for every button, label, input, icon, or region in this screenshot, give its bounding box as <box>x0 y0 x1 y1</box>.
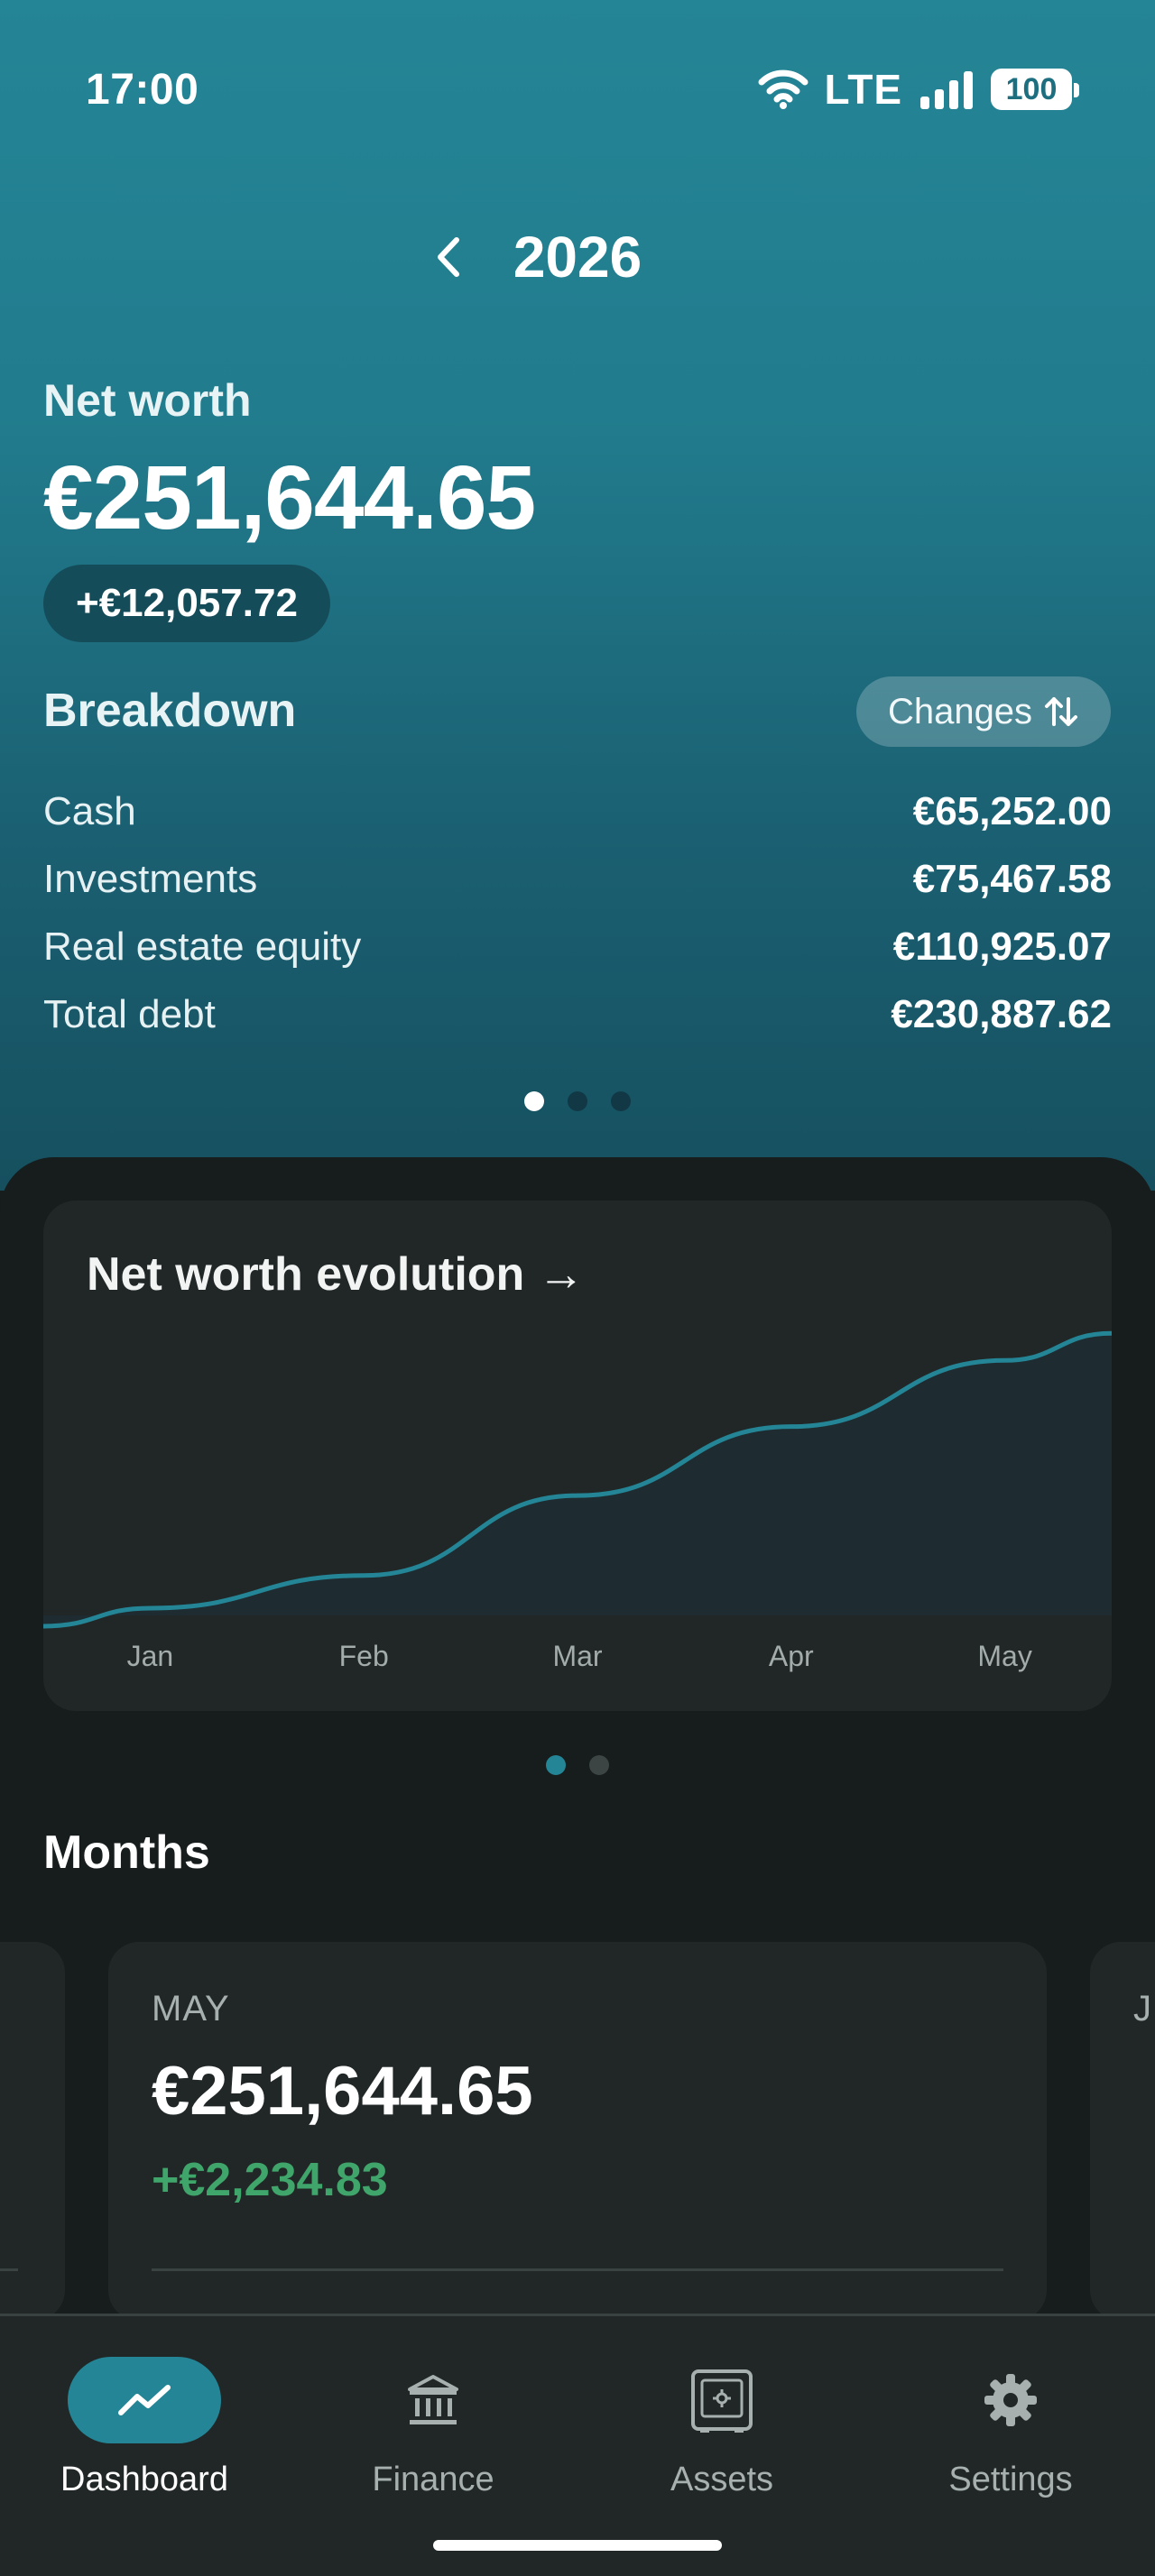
year-selector: 2026 <box>0 216 1155 298</box>
bank-icon <box>408 2375 458 2424</box>
nav-icon-container <box>934 2357 1087 2443</box>
x-axis-labels: Jan Feb Mar Apr May <box>127 1640 1032 1672</box>
x-tick-label: Apr <box>769 1640 814 1672</box>
nav-label: Assets <box>670 2461 774 2498</box>
breakdown-label: Total debt <box>43 991 216 1036</box>
breakdown-value: €75,467.58 <box>912 856 1112 901</box>
chart-page-indicator <box>0 1755 1155 1775</box>
breakdown-label: Investments <box>43 856 258 901</box>
page-dot[interactable] <box>546 1755 566 1775</box>
wifi-icon <box>758 69 808 109</box>
month-change: +€2,234.83 <box>152 2154 388 2206</box>
safe-icon <box>691 2369 753 2433</box>
status-time: 17:00 <box>86 66 199 114</box>
sort-arrows-icon <box>1045 697 1078 726</box>
nav-dashboard[interactable]: Dashboard <box>0 2316 289 2524</box>
page-dot[interactable] <box>524 1091 544 1111</box>
month-card-previous[interactable] <box>0 1942 65 2321</box>
months-title: Months <box>43 1826 210 1879</box>
chart-area <box>43 1333 1112 1626</box>
page-dot[interactable] <box>611 1091 631 1111</box>
month-card-next[interactable]: J <box>1090 1942 1155 2321</box>
battery-icon: 100 <box>991 69 1079 110</box>
header-page-indicator <box>0 1091 1155 1111</box>
nav-label: Settings <box>948 2461 1073 2498</box>
chevron-left-icon <box>437 237 459 277</box>
x-tick-label: Feb <box>339 1640 389 1672</box>
network-type: LTE <box>824 66 902 113</box>
page-dot[interactable] <box>589 1755 609 1775</box>
breakdown-row: Cash €65,252.00 <box>43 777 1112 845</box>
net-worth-label: Net worth <box>43 375 252 426</box>
changes-toggle-button[interactable]: Changes <box>856 676 1111 747</box>
trending-up-icon <box>118 2385 171 2415</box>
home-indicator[interactable] <box>433 2540 722 2551</box>
breakdown-label: Real estate equity <box>43 924 362 969</box>
breakdown-list: Cash €65,252.00 Investments €75,467.58 R… <box>43 777 1112 1048</box>
card-divider <box>0 2268 18 2271</box>
breakdown-title: Breakdown <box>43 685 297 737</box>
nav-label: Dashboard <box>60 2461 228 2498</box>
nav-icon-container <box>68 2357 221 2443</box>
x-tick-label: Mar <box>552 1640 602 1672</box>
net-worth-chart-card[interactable]: Jan Feb Mar Apr May Net worth evolution → <box>43 1201 1112 1711</box>
signal-icon <box>920 71 973 109</box>
nav-finance[interactable]: Finance <box>289 2316 578 2524</box>
month-value: €251,644.65 <box>152 2053 533 2130</box>
breakdown-row: Total debt €230,887.62 <box>43 980 1112 1048</box>
nav-assets[interactable]: Assets <box>578 2316 866 2524</box>
net-worth-header: 17:00 LTE 100 2026 Net worth €251,644.65… <box>0 0 1155 1191</box>
bottom-navigation: Dashboard Finance Assets Settings <box>0 2314 1155 2576</box>
breakdown-value: €110,925.07 <box>892 924 1112 969</box>
breakdown-value: €230,887.62 <box>891 991 1112 1036</box>
nav-icon-container <box>356 2357 510 2443</box>
net-worth-value: €251,644.65 <box>43 447 536 548</box>
chart-title[interactable]: Net worth evolution → <box>87 1247 585 1302</box>
nav-settings[interactable]: Settings <box>866 2316 1155 2524</box>
card-divider <box>152 2268 1003 2271</box>
x-tick-label: May <box>977 1640 1031 1672</box>
breakdown-value: €65,252.00 <box>912 788 1112 833</box>
page-dot[interactable] <box>568 1091 587 1111</box>
breakdown-row: Real estate equity €110,925.07 <box>43 913 1112 980</box>
month-name: J <box>1133 1989 1152 2029</box>
gear-icon <box>984 2374 1037 2426</box>
previous-year-button[interactable] <box>427 230 470 284</box>
breakdown-label: Cash <box>43 788 136 833</box>
breakdown-row: Investments €75,467.58 <box>43 845 1112 913</box>
month-name: MAY <box>152 1989 230 2029</box>
changes-label: Changes <box>887 691 1033 731</box>
x-tick-label: Jan <box>127 1640 174 1672</box>
month-card[interactable]: MAY €251,644.65 +€2,234.83 <box>108 1942 1047 2321</box>
status-icons: LTE 100 <box>758 63 1079 115</box>
nav-icon-container <box>645 2357 799 2443</box>
year-title: 2026 <box>513 225 642 290</box>
nav-label: Finance <box>372 2461 494 2498</box>
net-worth-change-badge: +€12,057.72 <box>43 565 330 642</box>
